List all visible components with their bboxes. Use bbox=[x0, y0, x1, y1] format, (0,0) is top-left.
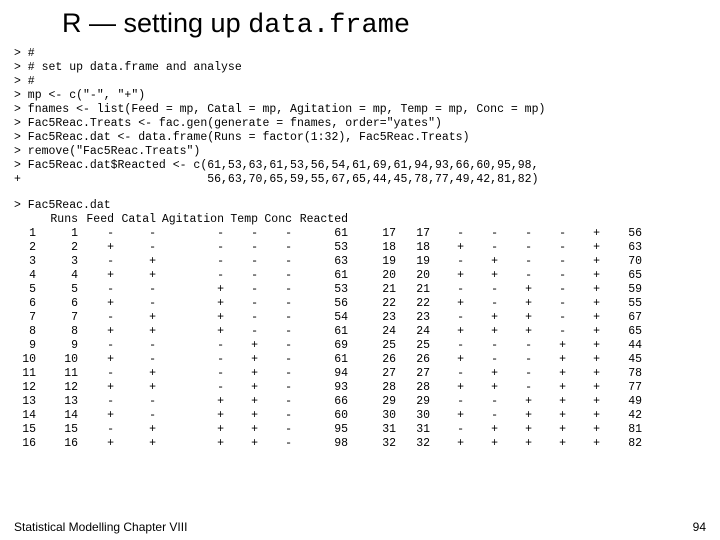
table-row: 33-+---631919-+--+70 bbox=[14, 255, 706, 269]
code-line: > # bbox=[14, 75, 706, 89]
table-row: 22+----531818+---+63 bbox=[14, 241, 706, 255]
code-line: > Fac5Reac.Treats <- fac.gen(generate = … bbox=[14, 117, 706, 131]
table-row: 1313--++-662929--+++49 bbox=[14, 395, 706, 409]
table-row: 77-++--542323-++-+67 bbox=[14, 311, 706, 325]
col-runs: Runs bbox=[36, 213, 78, 227]
output-table: > Fac5Reac.dat Runs Feed Catal Agitation… bbox=[14, 199, 706, 451]
code-line: > # set up data.frame and analyse bbox=[14, 61, 706, 75]
col-agitation: Agitation bbox=[156, 213, 224, 227]
code-line: > remove("Fac5Reac.Treats") bbox=[14, 145, 706, 159]
code-line: > fnames <- list(Feed = mp, Catal = mp, … bbox=[14, 103, 706, 117]
table-row: 1010+--+-612626+--++45 bbox=[14, 353, 706, 367]
table-row: 1515-+++-953131-++++81 bbox=[14, 423, 706, 437]
table-header: Runs Feed Catal Agitation Temp Conc Reac… bbox=[14, 213, 706, 227]
table-row: 1111-+-+-942727-+-++78 bbox=[14, 367, 706, 381]
table-row: 11-----611717----+56 bbox=[14, 227, 706, 241]
code-line: > mp <- c("-", "+") bbox=[14, 89, 706, 103]
col-reacted: Reacted bbox=[292, 213, 348, 227]
table-row: 1414+-++-603030+-+++42 bbox=[14, 409, 706, 423]
table-row: 88+++--612424+++-+65 bbox=[14, 325, 706, 339]
col-index bbox=[14, 213, 36, 227]
table-row: 55--+--532121--+-+59 bbox=[14, 283, 706, 297]
code-line: > Fac5Reac.dat$Reacted <- c(61,53,63,61,… bbox=[14, 159, 706, 173]
col-feed: Feed bbox=[78, 213, 114, 227]
col-catal: Catal bbox=[114, 213, 156, 227]
table-command: > Fac5Reac.dat bbox=[14, 199, 706, 213]
table-row: 66+-+--562222+-+-+55 bbox=[14, 297, 706, 311]
footer-text: Statistical Modelling Chapter VIII bbox=[14, 520, 187, 534]
title-code: data.frame bbox=[248, 11, 410, 41]
title-prefix: R — setting up bbox=[62, 8, 248, 38]
col-conc: Conc bbox=[258, 213, 292, 227]
col-temp: Temp bbox=[224, 213, 258, 227]
table-row: 99---+-692525---++44 bbox=[14, 339, 706, 353]
table-row: 1212++-+-932828++-++77 bbox=[14, 381, 706, 395]
table-row: 1616++++-983232+++++82 bbox=[14, 437, 706, 451]
page-title: R — setting up data.frame bbox=[62, 8, 706, 41]
code-block: > #> # set up data.frame and analyse> #>… bbox=[14, 47, 706, 187]
code-line: > Fac5Reac.dat <- data.frame(Runs = fact… bbox=[14, 131, 706, 145]
code-line: + 56,63,70,65,59,55,67,65,44,45,78,77,49… bbox=[14, 173, 706, 187]
page-number: 94 bbox=[693, 520, 706, 534]
code-line: > # bbox=[14, 47, 706, 61]
table-row: 44++---612020++--+65 bbox=[14, 269, 706, 283]
